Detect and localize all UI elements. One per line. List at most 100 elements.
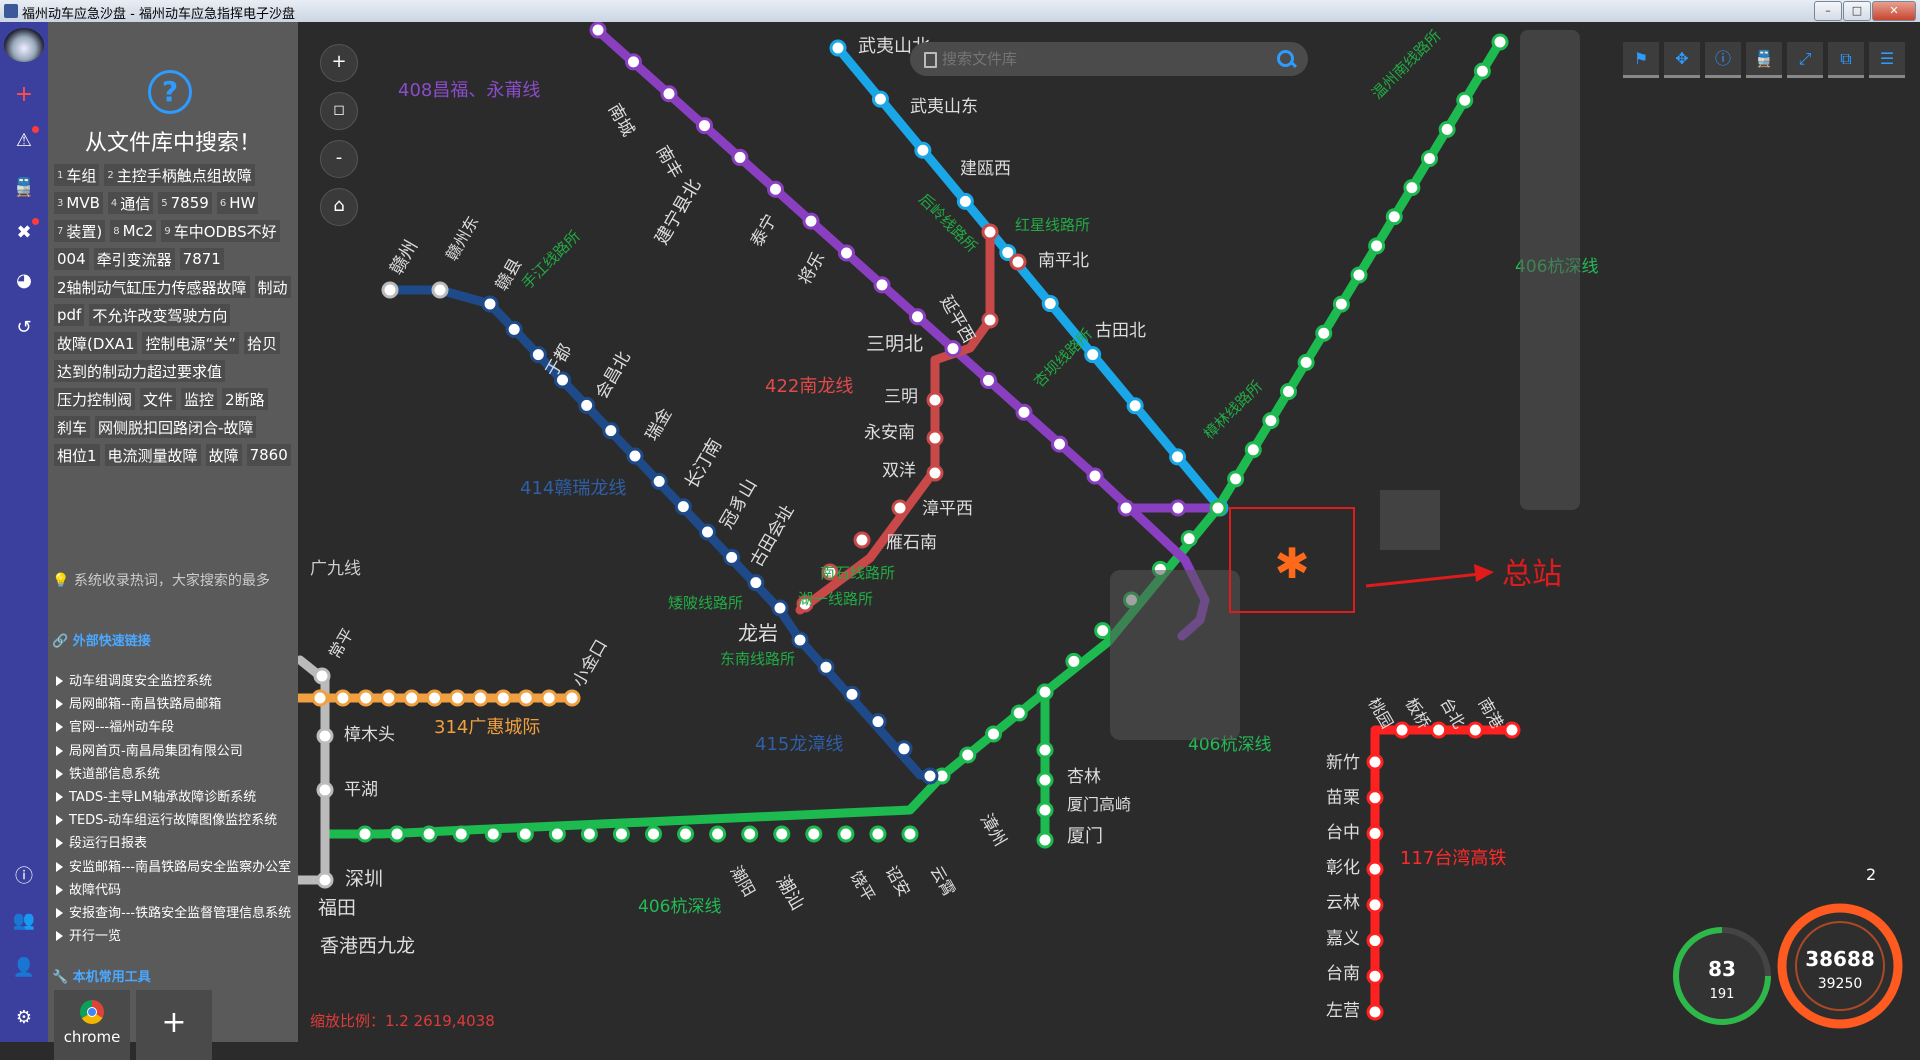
station-dot[interactable] [926,429,944,447]
station-dot[interactable] [871,90,889,108]
rail-map[interactable]: 408昌福、永莆线 422南龙线 414赣瑞龙线 415龙漳线 314广惠城际 406杭深… [293,21,1920,1046]
station-dot[interactable] [1503,721,1521,739]
station-dot[interactable] [645,825,663,843]
station-dot[interactable] [869,713,887,731]
station-dot[interactable] [1086,467,1104,485]
station-dot[interactable] [747,574,765,592]
hot-tag[interactable]: 2 主控手柄触点组故障 [104,164,255,186]
station-dot[interactable] [1084,346,1102,364]
station-dot[interactable] [1366,824,1384,842]
station-dot[interactable] [677,825,695,843]
station-dot[interactable] [909,308,926,326]
station-dot[interactable] [484,825,502,843]
station-dot[interactable] [1332,295,1350,313]
hot-tag[interactable]: 2轴制动气缸压力传感器故障 [54,276,250,298]
hot-tag[interactable]: 电流测量故障 [104,444,201,466]
station-dot[interactable] [540,689,558,707]
external-open-icon[interactable]: ⧉ [1828,42,1864,78]
station-dot[interactable] [981,311,999,329]
station-dot[interactable] [1315,324,1333,342]
hot-tag[interactable]: 故障 [205,444,242,466]
station-dot[interactable] [529,346,547,364]
zoom-out-button[interactable]: - [320,140,358,178]
station-dot[interactable] [895,740,913,758]
zoom-in-button[interactable]: + [320,44,358,82]
external-link[interactable]: 故障代码 [56,879,296,902]
station-dot[interactable] [1262,412,1280,430]
station-dot[interactable] [1169,448,1187,466]
station-dot[interactable] [311,689,329,707]
station-dot[interactable] [914,141,932,159]
add-icon[interactable]: + [0,82,48,107]
station-dot[interactable] [1385,208,1403,226]
station-dot[interactable] [696,117,713,135]
station-dot[interactable] [1036,741,1054,759]
station-dot[interactable] [1126,397,1144,415]
station-dot[interactable] [1169,499,1187,517]
expand-icon[interactable]: ⤢ [1787,42,1823,78]
station-dot[interactable] [517,689,535,707]
station-dot[interactable] [869,825,887,843]
station-dot[interactable] [959,746,977,764]
station-dot[interactable] [773,825,791,843]
station-dot[interactable] [481,295,499,313]
hot-tag[interactable]: 2断路 [222,388,268,410]
station-dot[interactable] [741,825,759,843]
station-dot[interactable] [1421,150,1438,167]
users-icon[interactable]: 👥 [0,910,48,931]
station-dot[interactable] [448,689,466,707]
station-dot[interactable] [731,148,749,166]
minimize-button[interactable]: – [1814,1,1842,21]
maximize-button[interactable]: □ [1843,1,1871,21]
hot-tag[interactable]: 制动 [254,276,291,298]
hot-tag[interactable]: 控制电源“关” [142,332,240,354]
info-circle-icon[interactable]: ⓘ [1705,42,1741,78]
station-dot[interactable] [626,447,644,465]
station-dot[interactable] [926,391,944,409]
station-dot[interactable] [650,472,668,490]
station-dot[interactable] [956,192,974,210]
station-dot[interactable] [660,85,678,103]
settings-gear-icon[interactable]: ⚙ [0,1007,48,1028]
hot-tag[interactable]: 网侧脱扣回路闭合-故障 [95,416,257,438]
pie-chart-icon[interactable]: ◕ [0,270,48,291]
station-dot[interactable] [817,658,835,676]
fit-view-button[interactable]: ◻ [320,92,358,130]
station-dot[interactable] [891,499,909,517]
station-dot[interactable] [980,371,997,389]
train-view-icon[interactable]: 🚆 [1746,42,1782,78]
station-dot[interactable] [1430,721,1448,739]
station-dot[interactable] [1209,499,1227,517]
station-dot[interactable] [1393,721,1411,739]
hot-tag[interactable]: 7860 [246,444,291,466]
hot-tag[interactable]: 不允许改变驾驶方向 [89,304,231,326]
info-icon[interactable]: ⓘ [0,862,48,888]
station-dot[interactable] [1010,704,1028,722]
station-dot[interactable] [471,689,489,707]
tools-icon[interactable]: ✖ [0,222,48,243]
move-icon[interactable]: ✥ [1664,42,1700,78]
station-dot[interactable] [1051,435,1068,453]
help-icon[interactable]: ? [148,70,192,114]
station-dot[interactable] [1366,967,1384,985]
station-dot[interactable] [1036,771,1054,789]
station-dot[interactable] [837,825,855,843]
station-dot[interactable] [985,725,1002,743]
station-dot[interactable] [334,689,352,707]
station-dot[interactable] [1366,860,1384,878]
hot-tag[interactable]: 3 MVB [54,192,103,214]
station-dot[interactable] [944,340,962,358]
station-dot[interactable] [1036,801,1054,819]
station-dot[interactable] [921,767,939,785]
station-dot[interactable] [612,825,630,843]
close-button[interactable]: ✕ [1872,1,1916,21]
station-dot[interactable] [1094,622,1112,640]
station-dot[interactable] [388,825,406,843]
station-dot[interactable] [316,871,334,889]
external-link[interactable]: 局网邮箱--南昌铁路局邮箱 [56,693,296,716]
station-dot[interactable] [1015,403,1033,421]
station-dot[interactable] [505,320,523,338]
external-link[interactable]: 局网首页-南昌局集团有限公司 [56,740,296,763]
station-dot[interactable] [699,523,716,541]
station-dot[interactable] [580,825,598,843]
